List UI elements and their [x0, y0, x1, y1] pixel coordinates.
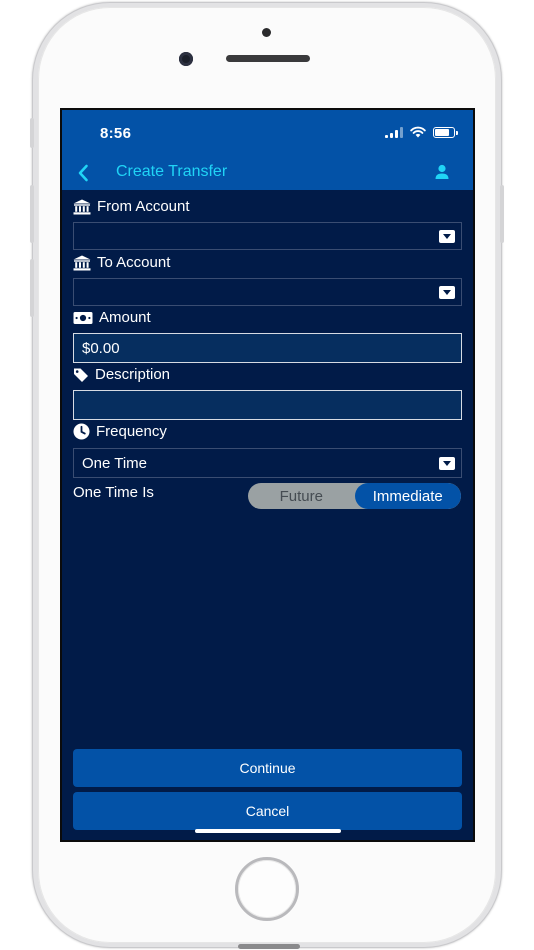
description-label-text: Description	[95, 366, 171, 383]
mute-switch	[30, 118, 34, 148]
continue-button[interactable]: Continue	[73, 749, 462, 787]
front-camera	[179, 52, 193, 66]
back-button[interactable]	[72, 162, 94, 184]
frequency-value: One Time	[82, 454, 148, 472]
volume-down-button	[30, 259, 34, 317]
from-account-label-text: From Account	[97, 198, 190, 215]
proximity-sensor	[262, 28, 271, 37]
volume-up-button	[30, 185, 34, 243]
person-icon	[435, 164, 449, 179]
frequency-label-text: Frequency	[96, 423, 167, 440]
lightning-port	[238, 944, 300, 949]
caret-down-icon	[439, 286, 455, 299]
amount-value: $0.00	[82, 339, 120, 357]
description-label: Description	[73, 366, 170, 383]
bank-icon	[73, 199, 91, 214]
amount-label-text: Amount	[99, 309, 151, 326]
to-account-label-text: To Account	[97, 254, 171, 271]
profile-button[interactable]	[433, 163, 451, 181]
app-screen: 8:56 Create Transfer From Account To Acc…	[60, 108, 475, 842]
cash-icon	[73, 311, 93, 324]
caret-down-icon	[439, 457, 455, 470]
frequency-select[interactable]: One Time	[73, 448, 462, 478]
from-account-select[interactable]	[73, 222, 462, 250]
caret-down-icon	[439, 230, 455, 243]
chevron-left-icon	[78, 164, 88, 182]
status-time: 8:56	[100, 125, 132, 142]
clock-icon	[73, 423, 90, 440]
tag-icon	[74, 368, 88, 382]
to-account-label: To Account	[73, 254, 170, 271]
bank-icon	[73, 255, 91, 270]
wifi-icon	[410, 126, 426, 138]
amount-label: Amount	[73, 309, 151, 326]
page-title: Create Transfer	[116, 163, 228, 180]
cancel-button[interactable]: Cancel	[73, 792, 462, 830]
future-option[interactable]: Future	[248, 483, 355, 509]
frequency-label: Frequency	[73, 423, 167, 440]
status-icons	[385, 126, 458, 138]
description-input[interactable]	[73, 390, 462, 420]
signal-icon	[385, 126, 403, 138]
power-button	[500, 185, 504, 243]
earpiece-speaker	[226, 55, 310, 62]
app-header: 8:56 Create Transfer	[62, 110, 473, 190]
home-button[interactable]	[235, 857, 299, 921]
to-account-select[interactable]	[73, 278, 462, 306]
immediate-option[interactable]: Immediate	[354, 483, 461, 509]
one-time-toggle: Future Immediate	[248, 483, 461, 509]
one-time-label: One Time Is	[73, 484, 154, 501]
amount-input[interactable]: $0.00	[73, 333, 462, 363]
home-indicator	[195, 829, 341, 833]
from-account-label: From Account	[73, 198, 190, 215]
battery-icon	[433, 126, 458, 138]
